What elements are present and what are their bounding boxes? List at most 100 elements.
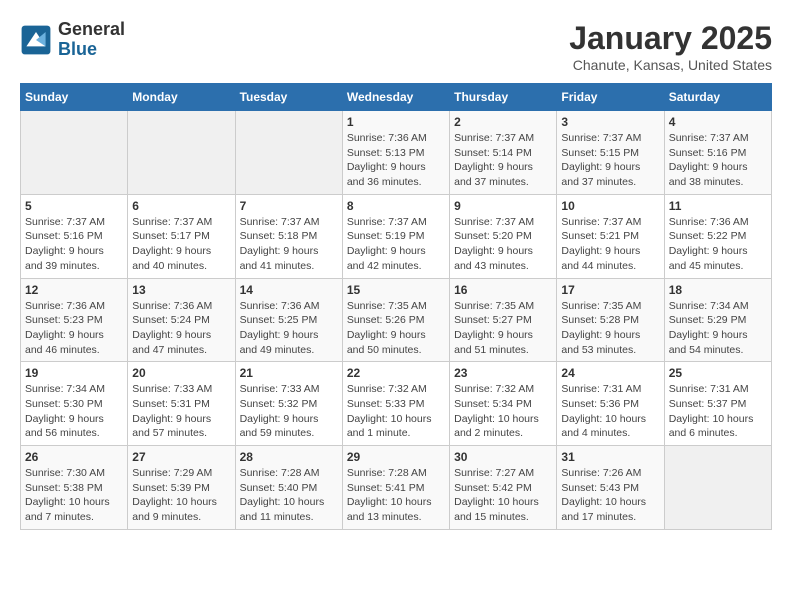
day-number: 20 bbox=[132, 366, 230, 380]
day-info: Sunrise: 7:31 AM Sunset: 5:37 PM Dayligh… bbox=[669, 382, 767, 441]
day-info: Sunrise: 7:37 AM Sunset: 5:19 PM Dayligh… bbox=[347, 215, 445, 274]
day-number: 7 bbox=[240, 199, 338, 213]
day-number: 27 bbox=[132, 450, 230, 464]
day-info: Sunrise: 7:36 AM Sunset: 5:13 PM Dayligh… bbox=[347, 131, 445, 190]
day-number: 23 bbox=[454, 366, 552, 380]
day-number: 25 bbox=[669, 366, 767, 380]
day-info: Sunrise: 7:27 AM Sunset: 5:42 PM Dayligh… bbox=[454, 466, 552, 525]
calendar-cell bbox=[664, 446, 771, 530]
day-number: 4 bbox=[669, 115, 767, 129]
day-number: 9 bbox=[454, 199, 552, 213]
calendar-cell: 16Sunrise: 7:35 AM Sunset: 5:27 PM Dayli… bbox=[450, 278, 557, 362]
calendar-cell: 28 Sunrise: 7:28 AM Sunset: 5:40 PM Dayli… bbox=[235, 446, 342, 530]
calendar: Sunday Monday Tuesday Wednesday Thursday… bbox=[20, 83, 772, 530]
calendar-cell: 20 Sunrise: 7:33 AM Sunset: 5:31 PM Dayli… bbox=[128, 362, 235, 446]
logo-text: General Blue bbox=[58, 20, 125, 60]
calendar-cell bbox=[235, 111, 342, 195]
day-number: 6 bbox=[132, 199, 230, 213]
calendar-cell: 31Sunrise: 7:26 AM Sunset: 5:43 PM Dayli… bbox=[557, 446, 664, 530]
calendar-week-row: 1 Sunrise: 7:36 AM Sunset: 5:13 PM Daylig… bbox=[21, 111, 772, 195]
calendar-cell: 26 Sunrise: 7:30 AM Sunset: 5:38 PM Dayli… bbox=[21, 446, 128, 530]
day-number: 16 bbox=[454, 283, 552, 297]
day-info: Sunrise: 7:37 AM Sunset: 5:16 PM Dayligh… bbox=[669, 131, 767, 190]
header-friday: Friday bbox=[557, 84, 664, 111]
day-number: 8 bbox=[347, 199, 445, 213]
day-info: Sunrise: 7:34 AM Sunset: 5:30 PM Dayligh… bbox=[25, 382, 123, 441]
day-number: 2 bbox=[454, 115, 552, 129]
calendar-cell: 10Sunrise: 7:37 AM Sunset: 5:21 PM Dayli… bbox=[557, 194, 664, 278]
day-info: Sunrise: 7:37 AM Sunset: 5:16 PM Dayligh… bbox=[25, 215, 123, 274]
day-number: 19 bbox=[25, 366, 123, 380]
calendar-cell: 6 Sunrise: 7:37 AM Sunset: 5:17 PM Daylig… bbox=[128, 194, 235, 278]
calendar-cell: 8 Sunrise: 7:37 AM Sunset: 5:19 PM Daylig… bbox=[342, 194, 449, 278]
calendar-header-row: Sunday Monday Tuesday Wednesday Thursday… bbox=[21, 84, 772, 111]
header-wednesday: Wednesday bbox=[342, 84, 449, 111]
day-number: 17 bbox=[561, 283, 659, 297]
day-info: Sunrise: 7:31 AM Sunset: 5:36 PM Dayligh… bbox=[561, 382, 659, 441]
calendar-cell: 2 Sunrise: 7:37 AM Sunset: 5:14 PM Daylig… bbox=[450, 111, 557, 195]
day-info: Sunrise: 7:29 AM Sunset: 5:39 PM Dayligh… bbox=[132, 466, 230, 525]
day-number: 3 bbox=[561, 115, 659, 129]
calendar-cell: 22 Sunrise: 7:32 AM Sunset: 5:33 PM Dayli… bbox=[342, 362, 449, 446]
calendar-cell: 24 Sunrise: 7:31 AM Sunset: 5:36 PM Dayli… bbox=[557, 362, 664, 446]
calendar-cell: 18 Sunrise: 7:34 AM Sunset: 5:29 PM Dayli… bbox=[664, 278, 771, 362]
day-info: Sunrise: 7:35 AM Sunset: 5:26 PM Dayligh… bbox=[347, 299, 445, 358]
calendar-cell: 4 Sunrise: 7:37 AM Sunset: 5:16 PM Daylig… bbox=[664, 111, 771, 195]
day-number: 31 bbox=[561, 450, 659, 464]
day-number: 30 bbox=[454, 450, 552, 464]
calendar-cell: 17 Sunrise: 7:35 AM Sunset: 5:28 PM Dayli… bbox=[557, 278, 664, 362]
calendar-cell: 21Sunrise: 7:33 AM Sunset: 5:32 PM Dayli… bbox=[235, 362, 342, 446]
logo-blue: Blue bbox=[58, 40, 125, 60]
calendar-cell bbox=[21, 111, 128, 195]
day-info: Sunrise: 7:33 AM Sunset: 5:31 PM Dayligh… bbox=[132, 382, 230, 441]
day-number: 26 bbox=[25, 450, 123, 464]
day-info: Sunrise: 7:34 AM Sunset: 5:29 PM Dayligh… bbox=[669, 299, 767, 358]
day-number: 24 bbox=[561, 366, 659, 380]
calendar-week-row: 26 Sunrise: 7:30 AM Sunset: 5:38 PM Dayli… bbox=[21, 446, 772, 530]
page-header: General Blue January 2025 Chanute, Kansa… bbox=[20, 20, 772, 73]
calendar-cell: 12 Sunrise: 7:36 AM Sunset: 5:23 PM Dayli… bbox=[21, 278, 128, 362]
day-info: Sunrise: 7:36 AM Sunset: 5:23 PM Dayligh… bbox=[25, 299, 123, 358]
day-info: Sunrise: 7:28 AM Sunset: 5:40 PM Dayligh… bbox=[240, 466, 338, 525]
day-info: Sunrise: 7:30 AM Sunset: 5:38 PM Dayligh… bbox=[25, 466, 123, 525]
logo-general: General bbox=[58, 20, 125, 40]
calendar-body: 1 Sunrise: 7:36 AM Sunset: 5:13 PM Daylig… bbox=[21, 111, 772, 530]
calendar-week-row: 19 Sunrise: 7:34 AM Sunset: 5:30 PM Dayli… bbox=[21, 362, 772, 446]
day-info: Sunrise: 7:32 AM Sunset: 5:33 PM Dayligh… bbox=[347, 382, 445, 441]
day-info: Sunrise: 7:32 AM Sunset: 5:34 PM Dayligh… bbox=[454, 382, 552, 441]
calendar-cell: 30 Sunrise: 7:27 AM Sunset: 5:42 PM Dayli… bbox=[450, 446, 557, 530]
day-number: 14 bbox=[240, 283, 338, 297]
calendar-cell bbox=[128, 111, 235, 195]
day-number: 5 bbox=[25, 199, 123, 213]
calendar-cell: 27 Sunrise: 7:29 AM Sunset: 5:39 PM Dayli… bbox=[128, 446, 235, 530]
calendar-cell: 7Sunrise: 7:37 AM Sunset: 5:18 PM Daylig… bbox=[235, 194, 342, 278]
day-number: 28 bbox=[240, 450, 338, 464]
day-number: 10 bbox=[561, 199, 659, 213]
day-info: Sunrise: 7:35 AM Sunset: 5:28 PM Dayligh… bbox=[561, 299, 659, 358]
calendar-cell: 23 Sunrise: 7:32 AM Sunset: 5:34 PM Dayli… bbox=[450, 362, 557, 446]
day-number: 18 bbox=[669, 283, 767, 297]
day-info: Sunrise: 7:37 AM Sunset: 5:17 PM Dayligh… bbox=[132, 215, 230, 274]
title-block: January 2025 Chanute, Kansas, United Sta… bbox=[569, 20, 772, 73]
calendar-week-row: 5 Sunrise: 7:37 AM Sunset: 5:16 PM Daylig… bbox=[21, 194, 772, 278]
month-title: January 2025 bbox=[569, 20, 772, 57]
header-saturday: Saturday bbox=[664, 84, 771, 111]
header-tuesday: Tuesday bbox=[235, 84, 342, 111]
day-info: Sunrise: 7:37 AM Sunset: 5:15 PM Dayligh… bbox=[561, 131, 659, 190]
header-thursday: Thursday bbox=[450, 84, 557, 111]
day-number: 11 bbox=[669, 199, 767, 213]
calendar-week-row: 12 Sunrise: 7:36 AM Sunset: 5:23 PM Dayli… bbox=[21, 278, 772, 362]
logo-icon bbox=[20, 24, 52, 56]
header-sunday: Sunday bbox=[21, 84, 128, 111]
day-info: Sunrise: 7:37 AM Sunset: 5:14 PM Dayligh… bbox=[454, 131, 552, 190]
day-info: Sunrise: 7:36 AM Sunset: 5:25 PM Dayligh… bbox=[240, 299, 338, 358]
day-number: 1 bbox=[347, 115, 445, 129]
day-number: 12 bbox=[25, 283, 123, 297]
calendar-cell: 29Sunrise: 7:28 AM Sunset: 5:41 PM Dayli… bbox=[342, 446, 449, 530]
calendar-cell: 25 Sunrise: 7:31 AM Sunset: 5:37 PM Dayli… bbox=[664, 362, 771, 446]
day-number: 13 bbox=[132, 283, 230, 297]
day-number: 22 bbox=[347, 366, 445, 380]
calendar-cell: 3 Sunrise: 7:37 AM Sunset: 5:15 PM Daylig… bbox=[557, 111, 664, 195]
header-monday: Monday bbox=[128, 84, 235, 111]
location: Chanute, Kansas, United States bbox=[569, 57, 772, 73]
